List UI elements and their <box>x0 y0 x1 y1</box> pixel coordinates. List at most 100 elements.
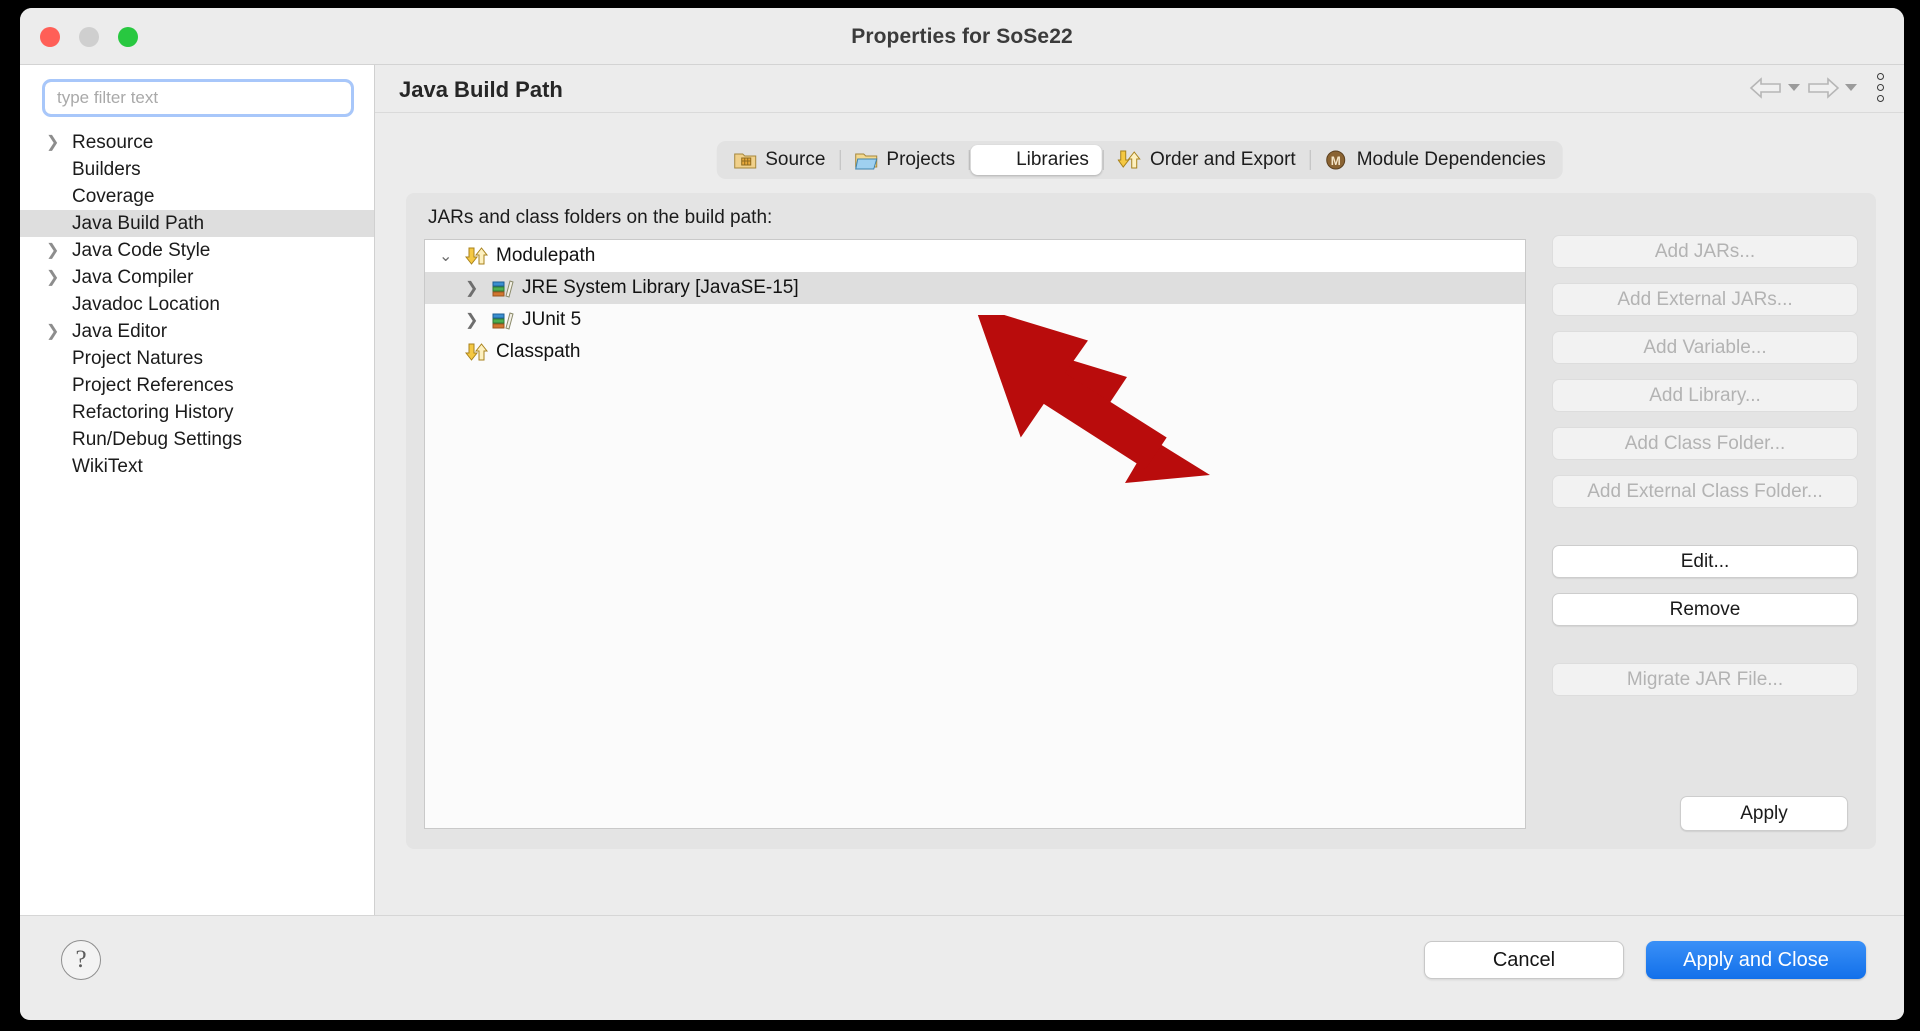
add-external-class-folder-button: Add External Class Folder... <box>1552 475 1858 508</box>
tab-label: Module Dependencies <box>1356 149 1546 170</box>
apply-button[interactable]: Apply <box>1680 796 1848 831</box>
build-path-node[interactable]: ❯ JUnit 5 <box>425 304 1525 336</box>
back-arrow-icon <box>1749 76 1781 99</box>
build-path-node[interactable]: ⌄ Modulepath <box>425 240 1525 272</box>
sidebar-item-java-editor[interactable]: ❯ Java Editor <box>20 318 374 345</box>
chevron-right-icon[interactable]: ❯ <box>46 134 72 151</box>
chevron-down-icon[interactable]: ⌄ <box>439 246 465 266</box>
button-gap <box>1552 316 1858 331</box>
tab-module-dependencies[interactable]: M Module Dependencies <box>1312 145 1559 175</box>
forward-arrow-icon <box>1808 76 1840 99</box>
main-panel: Java Build Path Source Projects Librarie… <box>375 65 1904 915</box>
sidebar-item-java-code-style[interactable]: ❯ Java Code Style <box>20 237 374 264</box>
edit-button[interactable]: Edit... <box>1552 545 1858 578</box>
sidebar-item-label: Project Natures <box>72 348 203 369</box>
dialog-body: ❯ResourceBuildersCoverageJava Build Path… <box>20 65 1904 915</box>
sidebar-item-label: Builders <box>72 159 141 180</box>
sidebar-item-java-compiler[interactable]: ❯ Java Compiler <box>20 264 374 291</box>
tab-libraries[interactable]: Libraries <box>971 145 1102 175</box>
sidebar-item-resource[interactable]: ❯ Resource <box>20 129 374 156</box>
node-icon-wrapper <box>491 309 515 331</box>
remove-button[interactable]: Remove <box>1552 593 1858 626</box>
node-icon-wrapper <box>465 245 489 267</box>
window-title: Properties for SoSe22 <box>851 25 1073 48</box>
forward-button[interactable] <box>1806 76 1857 99</box>
sidebar-item-label: Refactoring History <box>72 402 234 423</box>
libraries-books-icon <box>984 149 1008 171</box>
button-gap <box>1552 364 1858 379</box>
chevron-right-icon[interactable]: ❯ <box>46 242 72 259</box>
order-export-arrows-icon <box>1117 150 1141 169</box>
build-path-node[interactable]: ❯ JRE System Library [JavaSE-15] <box>425 272 1525 304</box>
help-question-icon[interactable]: ? <box>61 940 101 980</box>
cancel-button[interactable]: Cancel <box>1424 941 1624 979</box>
source-folder-icon <box>733 153 756 169</box>
chevron-right-icon[interactable]: ❯ <box>465 278 491 298</box>
filter-input[interactable] <box>42 79 354 117</box>
add-variable-button: Add Variable... <box>1552 331 1858 364</box>
library-books-icon <box>492 280 514 298</box>
tab-separator <box>969 150 971 170</box>
sidebar-item-coverage[interactable]: Coverage <box>20 183 374 210</box>
sidebar-item-label: Resource <box>72 132 154 153</box>
sidebar-item-builders[interactable]: Builders <box>20 156 374 183</box>
apply-and-close-button[interactable]: Apply and Close <box>1646 941 1866 979</box>
sidebar-item-label: WikiText <box>72 456 143 477</box>
kebab-menu-icon[interactable] <box>1877 73 1884 102</box>
button-gap <box>1552 578 1858 593</box>
button-gap <box>1552 508 1858 545</box>
sidebar-item-refactoring-history[interactable]: Refactoring History <box>20 399 374 426</box>
tab-order-and-export[interactable]: Order and Export <box>1105 145 1309 175</box>
node-icon-wrapper <box>465 341 489 363</box>
settings-sidebar: ❯ResourceBuildersCoverageJava Build Path… <box>20 65 375 915</box>
add-library-button: Add Library... <box>1552 379 1858 412</box>
library-actions-column: Add JARs... Add External JARs... Add Varia… <box>1552 235 1858 696</box>
button-gap <box>1552 626 1858 663</box>
tab-label: Source <box>765 149 826 170</box>
build-path-tree[interactable]: ⌄ Modulepath ❯ JRE System Library [JavaSE-1… <box>424 239 1526 829</box>
build-path-node-label: JRE System Library [JavaSE-15] <box>522 277 799 298</box>
tab-label: Libraries <box>1016 149 1089 170</box>
tab-source[interactable]: Source <box>720 145 838 175</box>
sidebar-item-label: Java Editor <box>72 321 168 342</box>
content-label: JARs and class folders on the build path… <box>428 207 773 228</box>
sidebar-item-javadoc-location[interactable]: Javadoc Location <box>20 291 374 318</box>
module-badge-icon: M <box>1326 150 1346 170</box>
build-path-node-label: Modulepath <box>496 245 596 266</box>
tab-projects[interactable]: Projects <box>841 145 968 175</box>
add-jars-button: Add JARs... <box>1552 235 1858 268</box>
button-gap <box>1552 412 1858 427</box>
sidebar-item-wikitext[interactable]: WikiText <box>20 453 374 480</box>
back-button[interactable] <box>1749 76 1800 99</box>
build-path-node[interactable]: Classpath <box>425 336 1525 368</box>
build-path-node-label: Classpath <box>496 341 581 362</box>
tab-separator <box>1309 150 1311 170</box>
chevron-right-icon[interactable]: ❯ <box>46 269 72 286</box>
apply-row: Apply <box>1680 796 1848 831</box>
sidebar-item-label: Java Build Path <box>72 213 205 234</box>
back-dropdown-caret-icon[interactable] <box>1788 84 1800 91</box>
page-header: Java Build Path <box>375 65 1904 113</box>
classpath-arrows-icon <box>465 343 489 361</box>
sidebar-item-label: Javadoc Location <box>72 294 220 315</box>
forward-dropdown-caret-icon[interactable] <box>1845 84 1857 91</box>
button-gap <box>1552 268 1858 283</box>
filter-container <box>20 79 374 117</box>
sidebar-item-project-natures[interactable]: Project Natures <box>20 345 374 372</box>
build-path-node-label: JUnit 5 <box>522 309 582 330</box>
header-navigation <box>1749 73 1888 102</box>
migrate-jar-file-button: Migrate JAR File... <box>1552 663 1858 696</box>
projects-folder-icon <box>854 153 878 170</box>
modulepath-arrows-icon <box>465 247 489 265</box>
library-books-icon <box>492 312 514 330</box>
dialog-footer: ? Cancel Apply and Close <box>20 915 1904 1019</box>
chevron-right-icon[interactable]: ❯ <box>465 310 491 330</box>
sidebar-item-java-build-path[interactable]: Java Build Path <box>20 210 374 237</box>
sidebar-item-label: Java Compiler <box>72 267 194 288</box>
sidebar-item-label: Project References <box>72 375 234 396</box>
chevron-right-icon[interactable]: ❯ <box>46 323 72 340</box>
sidebar-item-project-references[interactable]: Project References <box>20 372 374 399</box>
sidebar-item-label: Java Code Style <box>72 240 211 261</box>
sidebar-item-run-debug-settings[interactable]: Run/Debug Settings <box>20 426 374 453</box>
page-title: Java Build Path <box>399 77 563 102</box>
